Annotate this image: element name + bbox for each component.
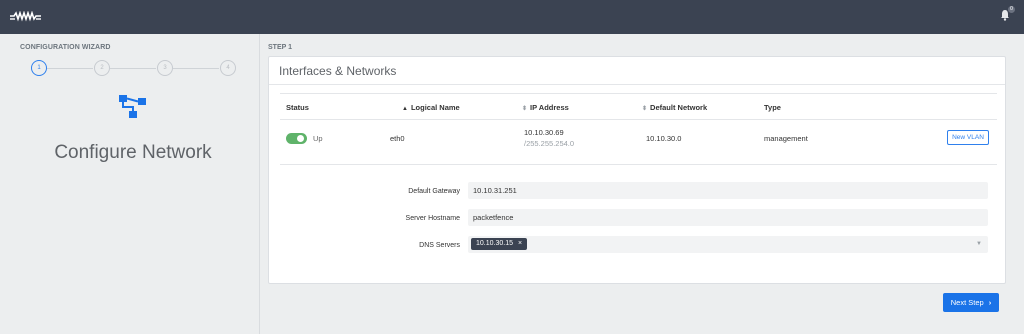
- gateway-input[interactable]: 10.10.31.251: [468, 182, 988, 199]
- column-header-status[interactable]: Status: [286, 103, 309, 112]
- wizard-title: CONFIGURATION WIZARD: [20, 44, 111, 51]
- column-header-label: IP Address: [530, 103, 569, 112]
- status-text: Up: [313, 134, 323, 143]
- status-toggle[interactable]: [286, 133, 307, 144]
- sort-icon: ⬍: [522, 106, 528, 112]
- dns-tag: 10.10.30.15 ×: [471, 238, 528, 250]
- column-header-logical-name[interactable]: ▲ Logical Name: [402, 103, 460, 112]
- wizard-step-2[interactable]: 2: [94, 60, 110, 76]
- chevron-right-icon: ›: [988, 298, 992, 307]
- dns-servers-input[interactable]: 10.10.30.15 × ▼: [468, 236, 988, 253]
- wizard-step-4[interactable]: 4: [220, 60, 236, 76]
- dns-label: DNS Servers: [419, 242, 460, 249]
- column-header-ip-address[interactable]: ⬍ IP Address: [522, 103, 569, 112]
- wizard-step-1[interactable]: 1: [31, 60, 47, 76]
- divider: [280, 119, 997, 120]
- interfaces-card: Interfaces & Networks Status ▲ Logical Na…: [268, 56, 1006, 284]
- step-connector: [110, 68, 156, 69]
- network-icon: [118, 94, 148, 125]
- sort-icon: ▲: [402, 106, 408, 112]
- remove-tag-icon[interactable]: ×: [518, 240, 522, 247]
- notification-badge: 0: [1008, 6, 1015, 13]
- default-network: 10.10.30.0: [646, 134, 682, 143]
- gateway-label: Default Gateway: [408, 188, 460, 195]
- wizard-heading: Configure Network: [54, 142, 212, 163]
- dns-tag-label: 10.10.30.15: [476, 240, 513, 247]
- step-label: STEP 1: [268, 44, 292, 51]
- card-title: Interfaces & Networks: [279, 64, 397, 78]
- next-step-label: Next Step: [950, 298, 984, 307]
- hostname-input[interactable]: packetfence: [468, 209, 988, 226]
- toggle-knob: [297, 135, 304, 142]
- next-step-button[interactable]: Next Step ›: [943, 293, 999, 312]
- chevron-down-icon[interactable]: ▼: [976, 236, 982, 253]
- ip-address: 10.10.30.69: [524, 128, 564, 137]
- netmask: /255.255.254.0: [524, 139, 575, 148]
- step-connector: [173, 68, 219, 69]
- sort-icon: ⬍: [642, 106, 648, 112]
- column-header-label: Logical Name: [410, 103, 460, 112]
- wizard-sidebar: CONFIGURATION WIZARD 1 2 3 4 Configure N…: [0, 34, 260, 334]
- interface-name[interactable]: eth0: [390, 134, 405, 143]
- column-header-type[interactable]: Type: [764, 103, 781, 112]
- hostname-label: Server Hostname: [405, 215, 460, 222]
- top-bar: 0: [0, 0, 1024, 34]
- divider: [280, 164, 997, 165]
- divider: [269, 84, 1005, 85]
- interface-type: management: [764, 134, 808, 143]
- divider: [280, 93, 997, 94]
- step-connector: [47, 68, 93, 69]
- packetfence-logo-icon[interactable]: [10, 10, 42, 28]
- column-header-default-network[interactable]: ⬍ Default Network: [642, 103, 707, 112]
- new-vlan-button[interactable]: New VLAN: [947, 130, 989, 145]
- wizard-step-3[interactable]: 3: [157, 60, 173, 76]
- column-header-label: Default Network: [650, 103, 708, 112]
